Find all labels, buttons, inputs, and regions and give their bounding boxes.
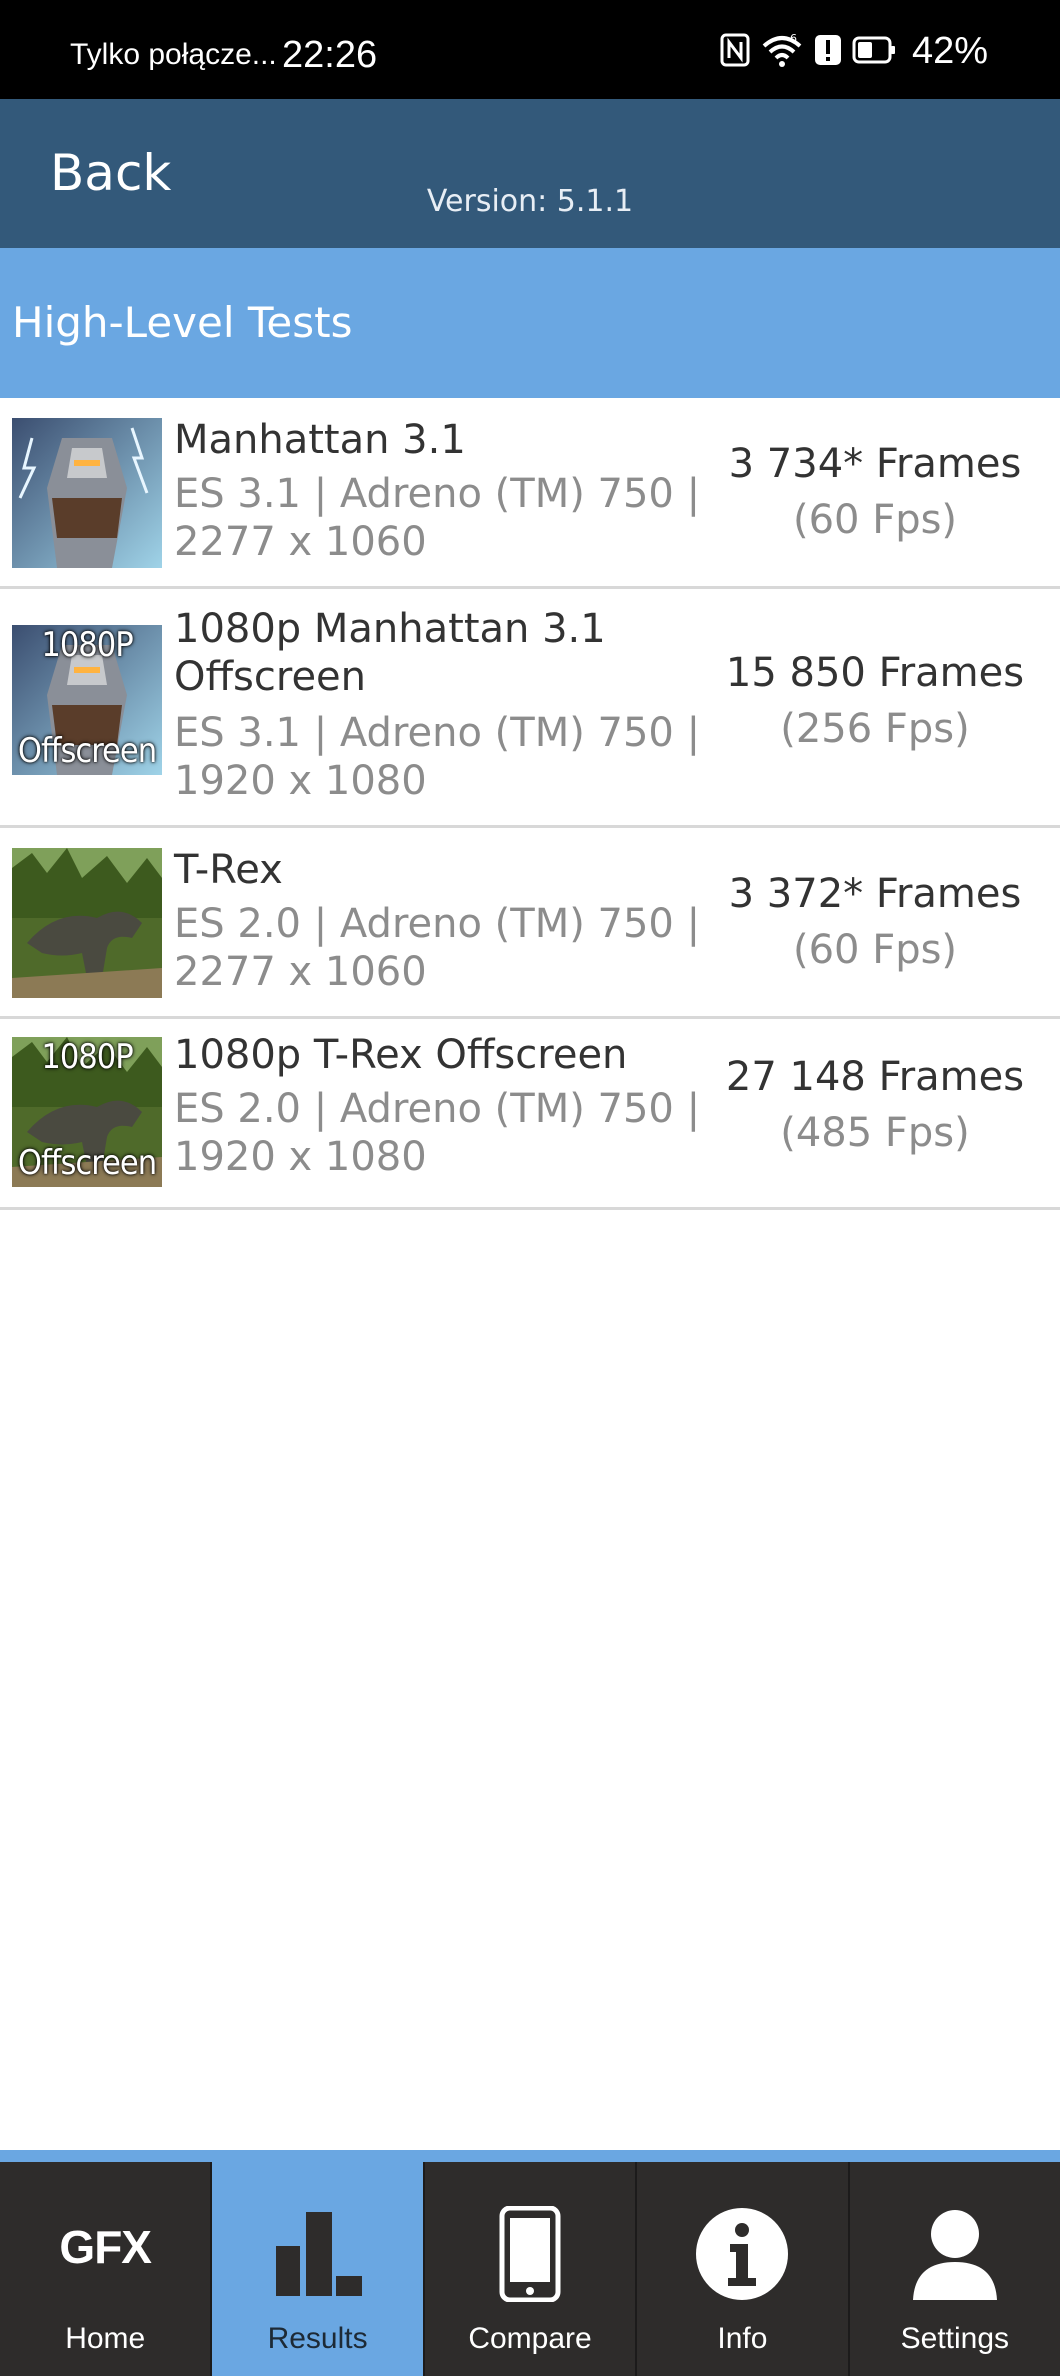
nav-label: Settings — [900, 2322, 1010, 2355]
results-list: Manhattan 3.1 ES 3.1 | Adreno (TM) 750 |… — [0, 398, 1060, 1210]
nav-label: Info — [717, 2322, 768, 2355]
bottom-nav: GFX Home Results Compare Info Settings — [0, 2162, 1060, 2376]
version-label: Version: 5.1.1 — [426, 184, 634, 219]
app-header: Back Version: 5.1.1 — [0, 99, 1060, 248]
trex-offscreen-thumbnail: 1080P Offscreen — [12, 1037, 162, 1187]
test-resolution: 1920 x 1080 — [174, 758, 427, 804]
nav-top-strip — [0, 2150, 1060, 2162]
nav-label: Compare — [468, 2322, 592, 2355]
test-score: 3 734* Frames (60 Fps) — [690, 436, 1060, 548]
manhattan-thumbnail — [12, 418, 162, 568]
test-api-gpu: ES 3.1 | Adreno (TM) 750 | — [174, 710, 701, 756]
carrier-label: Tylko połącze... — [70, 38, 277, 71]
test-score: 15 850 Frames (256 Fps) — [690, 645, 1060, 757]
score-fps: (60 Fps) — [792, 497, 958, 543]
test-resolution: 2277 x 1060 — [174, 519, 427, 565]
thumb-label-bottom: Offscreen — [17, 1143, 157, 1183]
score-fps: (60 Fps) — [792, 927, 958, 973]
nav-home[interactable]: GFX Home — [0, 2162, 213, 2376]
test-api-gpu: ES 3.1 | Adreno (TM) 750 | — [174, 471, 701, 517]
bar-chart-icon — [212, 2206, 422, 2302]
gfx-logo-icon: GFX — [0, 2206, 210, 2274]
score-frames: 3 372* Frames — [728, 871, 1022, 917]
test-row-manhattan-offscreen[interactable]: 1080P Offscreen 1080p Manhattan 3.1 Offs… — [0, 589, 1060, 828]
nav-results[interactable]: Results — [212, 2162, 425, 2376]
svg-text:6: 6 — [790, 32, 797, 45]
phone-icon — [425, 2206, 635, 2302]
test-row-manhattan[interactable]: Manhattan 3.1 ES 3.1 | Adreno (TM) 750 |… — [0, 398, 1060, 589]
nav-label: Home — [65, 2322, 146, 2355]
trex-thumbnail — [12, 848, 162, 998]
info-icon — [637, 2206, 847, 2302]
test-resolution: 2277 x 1060 — [174, 949, 427, 995]
thumb-label-bottom: Offscreen — [17, 731, 157, 771]
nfc-icon — [720, 33, 750, 71]
nav-compare[interactable]: Compare — [424, 2162, 638, 2376]
score-frames: 27 148 Frames — [725, 1054, 1025, 1100]
test-api-gpu: ES 2.0 | Adreno (TM) 750 | — [174, 901, 701, 947]
user-icon — [850, 2206, 1060, 2302]
wifi-6-icon: 6 — [760, 32, 804, 72]
test-info: T-Rex ES 2.0 | Adreno (TM) 750 | 2277 x … — [174, 846, 700, 996]
thumb-label-top: 1080P — [41, 625, 133, 665]
test-name-line2: Offscreen — [174, 654, 367, 700]
battery-percentage: 42% — [911, 30, 988, 72]
test-row-trex[interactable]: T-Rex ES 2.0 | Adreno (TM) 750 | 2277 x … — [0, 828, 1060, 1019]
test-info: Manhattan 3.1 ES 3.1 | Adreno (TM) 750 |… — [174, 416, 700, 566]
status-icons: 6 42% — [720, 30, 988, 73]
section-header: High-Level Tests — [0, 248, 1060, 398]
nav-label: Results — [267, 2322, 368, 2355]
status-bar: Tylko połącze... 22:26 6 42% — [0, 0, 1060, 99]
test-name: T-Rex — [174, 847, 283, 893]
manhattan-offscreen-thumbnail: 1080P Offscreen — [12, 625, 162, 775]
test-api-gpu: ES 2.0 | Adreno (TM) 750 | — [174, 1086, 701, 1132]
alert-icon — [814, 34, 842, 70]
score-fps: (485 Fps) — [780, 1110, 970, 1156]
clock: 22:26 — [282, 34, 378, 76]
test-score: 27 148 Frames (485 Fps) — [690, 1049, 1060, 1161]
score-frames: 3 734* Frames — [728, 441, 1022, 487]
test-score: 3 372* Frames (60 Fps) — [690, 866, 1060, 978]
test-resolution: 1920 x 1080 — [174, 1134, 427, 1180]
battery-icon — [852, 35, 896, 69]
section-title: High-Level Tests — [12, 298, 353, 347]
test-row-trex-offscreen[interactable]: 1080P Offscreen 1080p T-Rex Offscreen ES… — [0, 1019, 1060, 1210]
test-name-line1: 1080p Manhattan 3.1 — [174, 606, 606, 652]
score-frames: 15 850 Frames — [725, 650, 1025, 696]
test-name: Manhattan 3.1 — [174, 417, 466, 463]
test-name: 1080p T-Rex Offscreen — [174, 1032, 628, 1078]
score-fps: (256 Fps) — [780, 706, 970, 752]
test-info: 1080p T-Rex Offscreen ES 2.0 | Adreno (T… — [174, 1031, 700, 1181]
nav-info[interactable]: Info — [637, 2162, 850, 2376]
gfx-logo-text: GFX — [59, 2221, 152, 2273]
nav-settings[interactable]: Settings — [849, 2162, 1060, 2376]
test-info: 1080p Manhattan 3.1 Offscreen ES 3.1 | A… — [174, 605, 700, 805]
thumb-label-top: 1080P — [41, 1037, 133, 1077]
